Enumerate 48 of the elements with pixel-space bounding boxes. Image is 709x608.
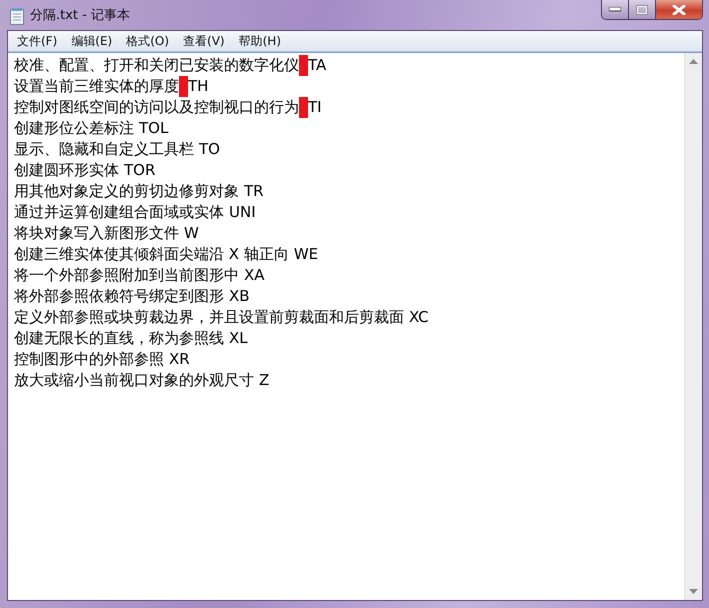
scrollbar[interactable] — [684, 53, 702, 600]
scroll-up-icon[interactable] — [689, 59, 698, 64]
line-text: 将外部参照依赖符号绑定到图形 — [14, 286, 224, 307]
command-code: TOR — [124, 160, 156, 181]
menu-item[interactable]: 文件(F) — [10, 32, 64, 50]
close-icon — [672, 4, 686, 14]
notepad-icon — [10, 8, 24, 24]
line-text: 创建无限长的直线，称为参照线 — [14, 328, 224, 349]
maximize-button[interactable] — [629, 0, 656, 19]
command-code: TR — [244, 181, 264, 202]
line-text: 控制对图纸空间的访问以及控制视口的行为 — [14, 97, 299, 118]
line-text: 创建圆环形实体 — [14, 160, 119, 181]
scroll-down-icon[interactable] — [689, 589, 698, 594]
menu-item[interactable]: 格式(O) — [119, 32, 176, 50]
line-text: 校准、配置、打开和关闭已安装的数字化仪 — [14, 55, 299, 76]
line-text: 将块对象写入新图形文件 — [14, 223, 179, 244]
command-code: TO — [199, 139, 220, 160]
minimize-button[interactable] — [602, 0, 629, 19]
line-text: 通过并运算创建组合面域或实体 — [14, 202, 224, 223]
command-code: XC — [409, 307, 429, 328]
command-code: TI — [308, 97, 322, 118]
command-code: TH — [188, 76, 208, 97]
menu-item[interactable]: 帮助(H) — [232, 32, 288, 50]
menu-item[interactable]: 编辑(E) — [64, 32, 120, 50]
line-text: 放大或缩小当前视口对象的外观尺寸 — [14, 370, 254, 391]
line-text: 控制图形中的外部参照 — [14, 349, 164, 370]
line-text: 用其他对象定义的剪切边修剪对象 — [14, 181, 239, 202]
line-text: 定义外部参照或块剪裁边界，并且设置前剪裁面和后剪裁面 — [14, 307, 404, 328]
command-code: UNI — [229, 202, 256, 223]
line-text: 显示、隐藏和自定义工具栏 — [14, 139, 194, 160]
command-code: W — [184, 223, 199, 244]
close-button[interactable] — [656, 0, 702, 19]
line-text: 设置当前三维实体的厚度 — [14, 76, 179, 97]
line-text: 将一个外部参照附加到当前图形中 — [14, 265, 239, 286]
command-code: Z — [259, 370, 270, 391]
line-text: 创建形位公差标注 — [14, 118, 134, 139]
window-title: 分隔.txt - 记事本 — [30, 7, 130, 24]
command-code: TA — [308, 55, 326, 76]
command-code: TOL — [139, 118, 168, 139]
menu-item[interactable]: 查看(V) — [176, 32, 232, 50]
command-code: WE — [294, 244, 318, 265]
command-code: XL — [229, 328, 248, 349]
command-code: XB — [229, 286, 250, 307]
command-code: XA — [244, 265, 265, 286]
minimize-icon — [609, 7, 621, 12]
line-text: 创建三维实体使其倾斜面尖端沿 X 轴正向 — [14, 244, 289, 265]
maximize-icon — [636, 4, 648, 14]
command-code: XR — [169, 349, 190, 370]
